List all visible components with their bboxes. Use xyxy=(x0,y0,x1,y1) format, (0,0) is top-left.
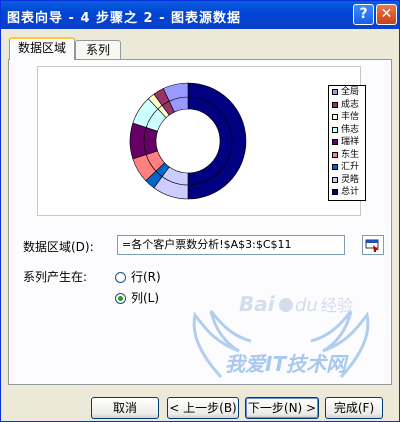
legend-item: 东生 xyxy=(329,149,365,162)
legend-swatch xyxy=(332,89,338,95)
legend-item: 伟志 xyxy=(329,124,365,137)
finish-button[interactable]: 完成(F) xyxy=(325,397,383,419)
next-button[interactable]: 下一步(N) > xyxy=(245,397,319,419)
legend-item: 总计 xyxy=(329,186,365,199)
donut-slice-ring0-4 xyxy=(143,127,158,155)
legend-swatch xyxy=(332,139,338,145)
data-range-input[interactable]: =各个客户票数分析!$A$3:$C$11 xyxy=(117,235,345,255)
legend-label: 总计 xyxy=(341,187,360,197)
legend-label: 伟志 xyxy=(341,124,360,135)
legend-item: 丰信 xyxy=(329,111,365,124)
legend-swatch xyxy=(332,151,338,158)
radio-columns-indicator[interactable] xyxy=(115,293,126,304)
legend-item: 瑞祥 xyxy=(329,136,365,149)
legend-label: 东生 xyxy=(341,149,360,160)
legend-label: 汇升 xyxy=(341,162,360,172)
legend-swatch xyxy=(332,164,338,170)
series-in-label: 系列产生在: xyxy=(23,270,88,284)
cancel-button[interactable]: 取消 xyxy=(91,397,159,419)
radio-rows-indicator[interactable] xyxy=(115,272,126,283)
legend-swatch xyxy=(332,176,338,183)
legend-swatch xyxy=(332,114,338,120)
help-button[interactable]: ? xyxy=(353,4,374,25)
collapse-icon xyxy=(365,239,379,252)
legend-label: 成志 xyxy=(341,99,360,110)
chart-wizard-dialog: 图表向导 - 4 步骤之 2 - 图表源数据 ? ✕ 数据区域 系列 全局成志丰… xyxy=(0,0,400,422)
legend-label: 丰信 xyxy=(341,112,360,122)
back-button[interactable]: < 上一步(B) xyxy=(167,397,239,419)
tab-series[interactable]: 系列 xyxy=(75,40,121,60)
legend-item: 全局 xyxy=(329,86,365,99)
radio-columns[interactable]: 列(L) xyxy=(115,289,159,306)
title-bar[interactable]: 图表向导 - 4 步骤之 2 - 图表源数据 ? ✕ xyxy=(1,1,399,29)
legend-label: 灵皓 xyxy=(341,174,360,185)
radio-rows-label: 行(R) xyxy=(131,270,161,284)
doughnut-chart xyxy=(129,82,247,200)
tab-panel: 全局成志丰信伟志瑞祥东生汇升灵皓总计 数据区域(D): =各个客户票数分析!$A… xyxy=(8,59,392,385)
tab-data-range[interactable]: 数据区域 xyxy=(9,37,75,60)
chart-preview: 全局成志丰信伟志瑞祥东生汇升灵皓总计 xyxy=(37,66,366,216)
legend-label: 瑞祥 xyxy=(341,137,360,147)
legend-item: 成志 xyxy=(329,99,365,112)
legend-label: 全局 xyxy=(341,87,360,97)
donut-slice-ring1-4 xyxy=(129,122,147,160)
data-range-label: 数据区域(D): xyxy=(23,240,94,254)
chart-legend: 全局成志丰信伟志瑞祥东生汇升灵皓总计 xyxy=(328,85,366,201)
legend-swatch xyxy=(332,189,338,195)
radio-columns-label: 列(L) xyxy=(131,291,160,305)
radio-rows[interactable]: 行(R) xyxy=(115,268,161,285)
legend-swatch xyxy=(332,101,338,108)
legend-swatch xyxy=(332,126,338,133)
collapse-dialog-button[interactable] xyxy=(362,235,384,255)
legend-item: 灵皓 xyxy=(329,174,365,187)
close-button[interactable]: ✕ xyxy=(376,4,397,25)
window-title: 图表向导 - 4 步骤之 2 - 图表源数据 xyxy=(7,11,242,26)
legend-item: 汇升 xyxy=(329,161,365,174)
